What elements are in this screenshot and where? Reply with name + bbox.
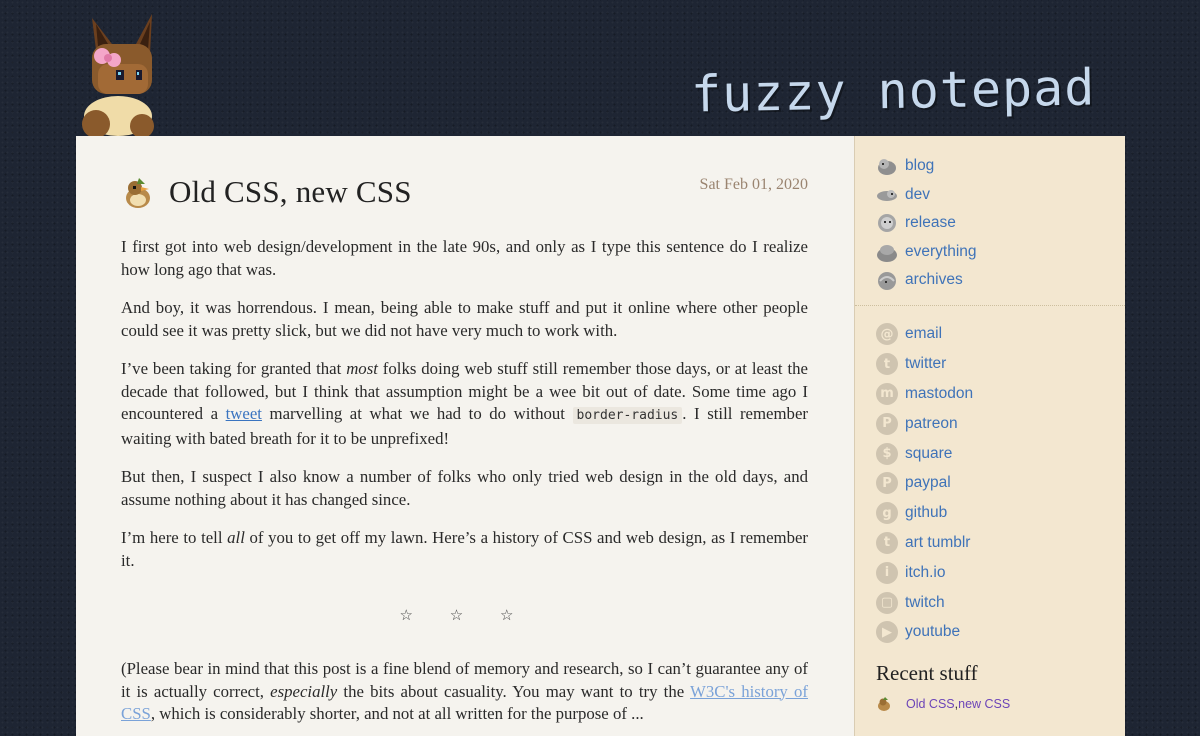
pokemon-sprite-icon <box>878 272 896 291</box>
paragraph-6-text-b: the bits about casuality. You may want t… <box>337 681 691 701</box>
twitch-icon: ▢ <box>876 591 898 614</box>
social-email[interactable]: @ email <box>876 320 1125 350</box>
nav-item-label: dev <box>905 185 930 203</box>
nav-item-dev[interactable]: dev <box>876 181 1125 210</box>
nav-item-label: release <box>905 214 956 232</box>
patreon-icon: P <box>876 412 898 435</box>
recent-post-link-new-css[interactable]: new CSS <box>958 697 1010 711</box>
pokemon-sprite-icon <box>877 244 897 262</box>
nav-item-label: blog <box>905 157 935 175</box>
section-divider-stars: ☆ ☆ ☆ <box>399 606 530 624</box>
pokemon-sprite-icon <box>878 214 896 233</box>
social-youtube[interactable]: ▶ youtube <box>876 617 1125 647</box>
social-mastodon[interactable]: m mastodon <box>876 379 1125 409</box>
tumblr-icon: t <box>876 531 898 554</box>
nav-item-label: archives <box>905 271 963 289</box>
social-links: @ email t twitter m mastodon Ppatreon $ squa… <box>855 306 1125 648</box>
pidgey-sprite-icon <box>878 697 890 712</box>
paragraph-3-text-c: marvelling at what we had to do without <box>261 404 573 423</box>
pidgey-sprite-icon <box>126 178 150 208</box>
mastodon-icon: m <box>876 382 898 405</box>
social-label: youtube <box>905 623 961 641</box>
recent-stuff-heading: Recent stuff <box>876 661 978 686</box>
recent-post-link-old-css[interactable]: Old CSS <box>906 697 955 711</box>
paragraph-4: But then, I suspect I also know a number… <box>121 467 808 509</box>
social-twitch[interactable]: ▢ twitch <box>876 588 1125 618</box>
social-label: patreon <box>905 414 958 432</box>
social-art-tumblr[interactable]: t art tumblr <box>876 528 1125 558</box>
paragraph-6: (Please bear in mind that this post is a… <box>121 658 808 726</box>
article-panel: Old CSS, new CSS Sat Feb 01, 2020 I firs… <box>76 136 854 736</box>
post-date: Sat Feb 01, 2020 <box>699 176 808 193</box>
social-label: square <box>905 444 953 462</box>
paragraph-3-text-a: I’ve been taking for granted that <box>121 359 347 378</box>
post-title[interactable]: Old CSS, new CSS <box>169 174 412 210</box>
paragraph-5-text-a: I’m here to tell <box>121 528 228 547</box>
pokemon-sprite-icon <box>877 189 897 201</box>
paragraph-3-emphasis: most <box>346 359 378 378</box>
social-label: mastodon <box>905 384 974 402</box>
paragraph-2: And boy, it was horrendous. I mean, bein… <box>121 298 808 340</box>
itch-io-icon: i <box>876 561 898 584</box>
social-label: email <box>905 325 943 343</box>
sidebar: blog dev release everything archives @ em… <box>854 136 1125 736</box>
pokemon-sprite-icon <box>878 159 896 176</box>
square-cash-icon: $ <box>876 442 898 465</box>
twitter-bird-icon: t <box>876 353 898 376</box>
social-patreon[interactable]: Ppatreon <box>876 409 1125 439</box>
social-itch[interactable]: i itch.io <box>876 558 1125 588</box>
nav-item-blog[interactable]: blog <box>876 152 1125 181</box>
border-radius-code: border-radius <box>572 407 683 424</box>
paragraph-6-text-c: , which is considerably shorter, and not… <box>150 704 644 723</box>
paragraph-6-emphasis: especially <box>270 681 338 701</box>
nav-item-archives[interactable]: archives <box>876 266 1125 295</box>
youtube-icon: ▶ <box>876 621 898 644</box>
email-at-icon: @ <box>876 323 898 346</box>
social-label: art tumblr <box>905 533 971 551</box>
tweet-link[interactable]: tweet <box>226 404 262 423</box>
social-twitter[interactable]: t twitter <box>876 349 1125 379</box>
site-title[interactable]: fuzzy notepad <box>690 58 1095 123</box>
social-square[interactable]: $ square <box>876 439 1125 469</box>
article-header: Old CSS, new CSS Sat Feb 01, 2020 <box>121 174 808 222</box>
nav-item-everything[interactable]: everything <box>876 238 1125 267</box>
paragraph-1: I first got into web design/development … <box>121 237 808 279</box>
social-label: paypal <box>905 474 951 492</box>
nav-item-label: everything <box>905 242 977 260</box>
paragraph-5-emphasis: all <box>227 528 245 547</box>
paragraph-5: I’m here to tell all of you to get off m… <box>121 527 808 572</box>
social-paypal[interactable]: Ppaypal <box>876 468 1125 498</box>
social-label: twitter <box>905 355 947 373</box>
nav-item-release[interactable]: release <box>876 209 1125 238</box>
social-label: github <box>905 504 948 522</box>
paypal-icon: P <box>876 472 898 495</box>
category-nav: blog dev release everything archives <box>855 136 1125 295</box>
social-label: itch.io <box>905 563 946 581</box>
social-label: twitch <box>905 593 945 611</box>
mascot-eevee-logo <box>82 14 154 138</box>
social-github[interactable]: g github <box>876 498 1125 528</box>
paragraph-3: I’ve been taking for granted that most f… <box>121 358 808 450</box>
github-icon: g <box>876 502 898 525</box>
recent-post-item: Old CSS, new CSS <box>876 696 1125 712</box>
